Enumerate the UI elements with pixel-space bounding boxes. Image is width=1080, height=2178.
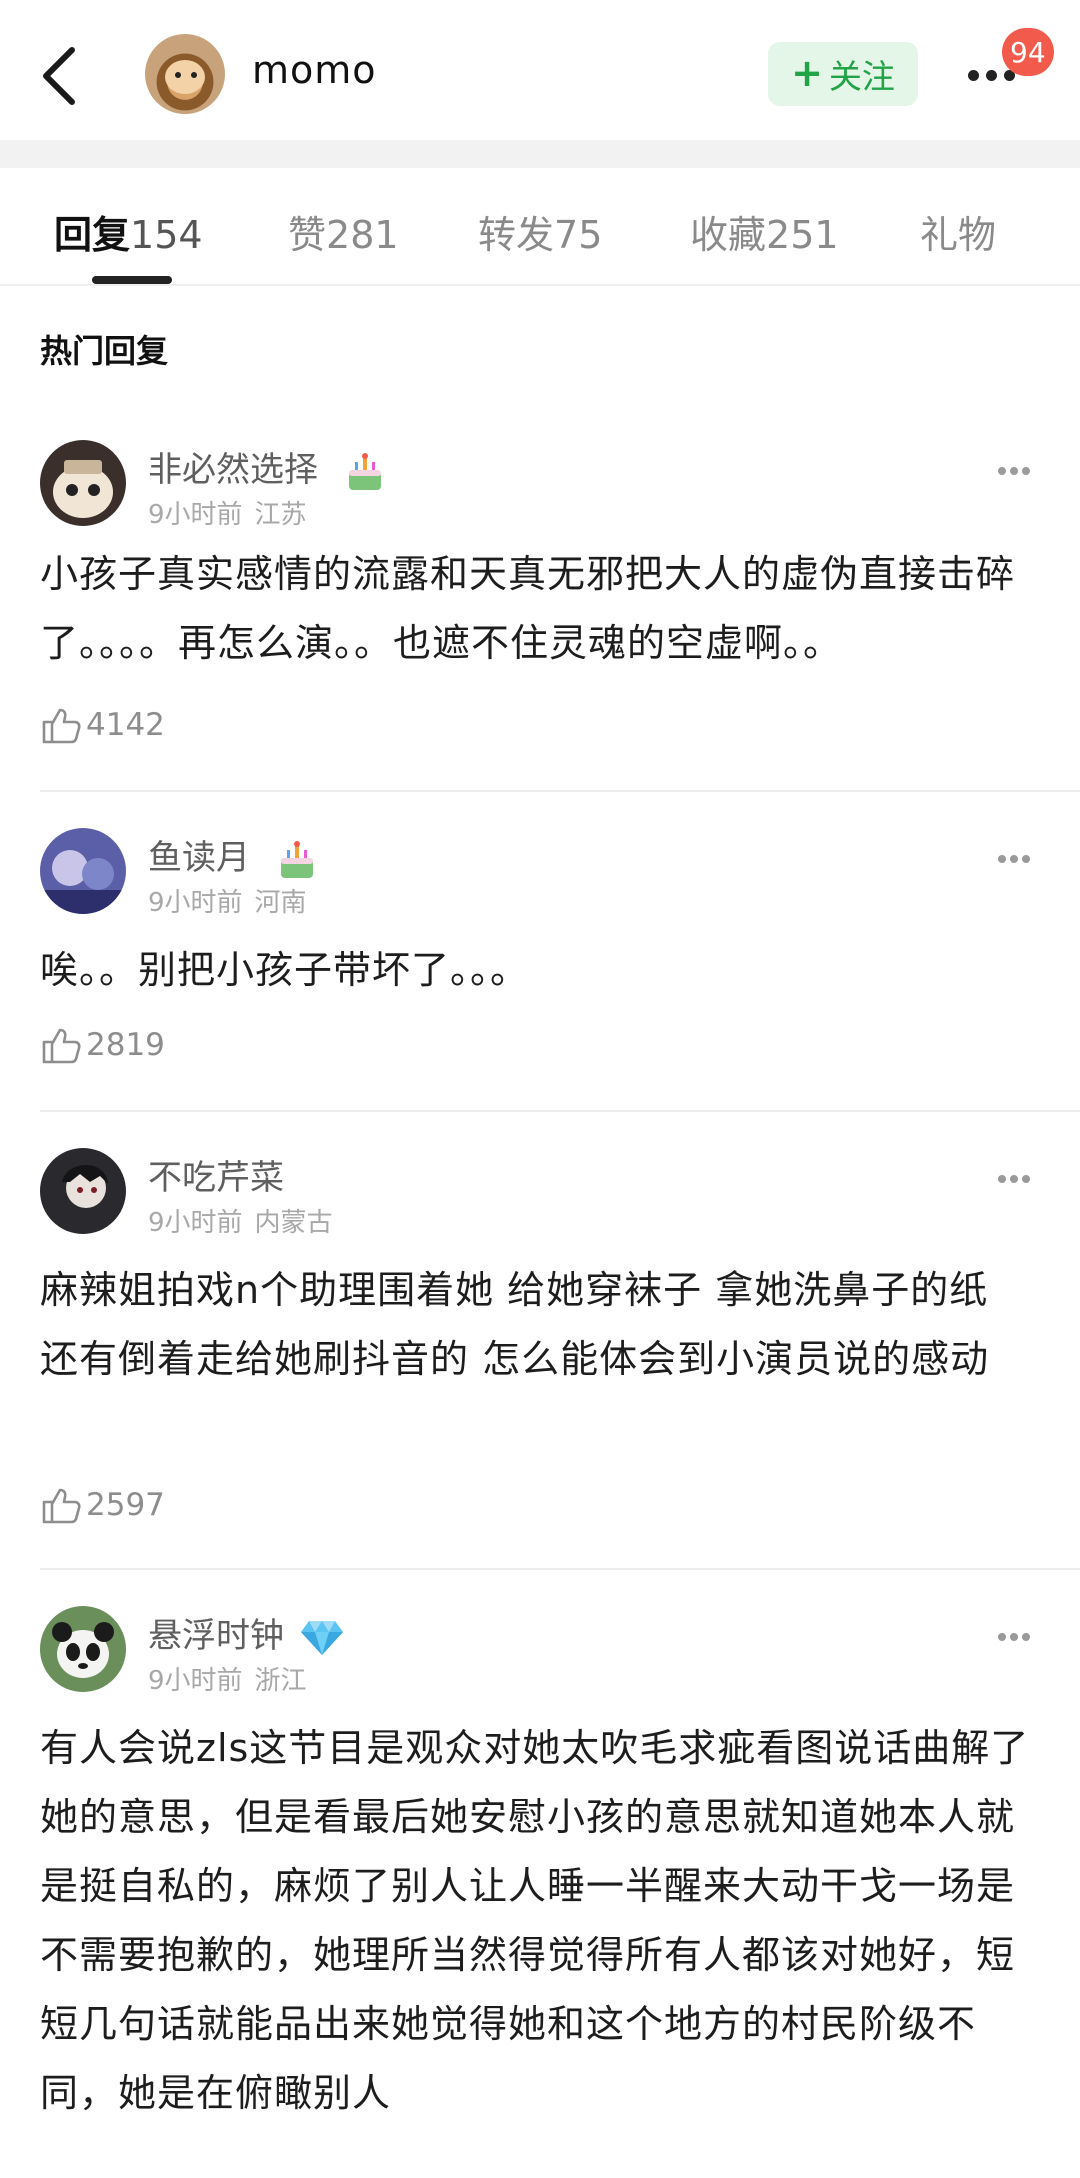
comment-text: 小孩子真实感情的流露和天真无邪把大人的虚伪直接击碎了。。。。再怎么演。。也遮不住… [40, 552, 1016, 665]
follow-label: 关注 [828, 57, 895, 96]
commenter-name-text: 悬浮时钟 [148, 1616, 284, 1656]
comment-text: 麻辣姐拍戏n个助理围着她 给她穿袜子 拿她洗鼻子的纸 还有倒着走给她刷抖音的 怎… [40, 1268, 990, 1381]
back-arrow-icon[interactable] [36, 44, 86, 108]
username[interactable]: momo [252, 48, 377, 92]
tab-bar: 回复154 赞281 转发75 收藏251 礼物 [0, 168, 1080, 286]
comment-more-icon[interactable] [998, 1626, 1038, 1641]
notification-badge: 94 [1002, 28, 1054, 76]
divider [40, 790, 1080, 792]
commenter-avatar[interactable] [40, 1148, 126, 1234]
tab-label: 回复 [54, 213, 131, 257]
tab-replies[interactable]: 回复154 [54, 204, 203, 259]
commenter-name[interactable]: 鱼读月 [148, 830, 319, 882]
diamond-icon [300, 1620, 343, 1655]
like-button[interactable]: 2819 [40, 1024, 165, 1066]
follow-button[interactable]: + 关注 [768, 42, 918, 106]
comment-location: 江苏 [254, 500, 307, 530]
like-button[interactable]: 4142 [40, 704, 165, 746]
comment-text: 唉。。别把小孩子带坏了。。。 [40, 948, 530, 992]
comment-time: 9小时前 [148, 888, 243, 918]
tab-favorites[interactable]: 收藏251 [690, 204, 839, 259]
tab-count: 154 [130, 213, 203, 257]
commenter-name-text: 鱼读月 [148, 838, 250, 878]
comment-more-icon[interactable] [998, 460, 1038, 475]
comment-meta: 9小时前 河南 [148, 882, 307, 919]
tab-count: 251 [766, 213, 839, 257]
user-avatar[interactable] [145, 34, 225, 114]
comment-location: 浙江 [254, 1666, 307, 1696]
thumbs-up-icon [42, 708, 81, 744]
header-separator [0, 140, 1080, 168]
tab-gifts[interactable]: 礼物 [920, 204, 996, 259]
thumbs-up-icon [42, 1028, 81, 1064]
tab-label: 转发 [478, 213, 555, 257]
like-count: 2597 [86, 1487, 165, 1523]
commenter-name[interactable]: 非必然选择 [148, 442, 387, 494]
tab-likes[interactable]: 赞281 [288, 204, 399, 259]
like-count: 4142 [86, 707, 165, 743]
commenter-name[interactable]: 悬浮时钟 [148, 1608, 345, 1657]
comment-time: 9小时前 [148, 1666, 243, 1696]
tab-reposts[interactable]: 转发75 [478, 204, 602, 259]
commenter-name-text: 非必然选择 [148, 450, 318, 490]
comment-more-icon[interactable] [998, 848, 1038, 863]
like-count: 2819 [86, 1027, 165, 1063]
plus-icon: + [791, 50, 823, 95]
comment-meta: 9小时前 浙江 [148, 1660, 307, 1697]
commenter-avatar[interactable] [40, 440, 126, 526]
cake-icon [348, 452, 381, 490]
tab-count: 281 [326, 213, 399, 257]
tab-count: 75 [554, 213, 603, 257]
top-bar: momo + 关注 94 [0, 0, 1080, 140]
commenter-avatar[interactable] [40, 828, 126, 914]
comment-time: 9小时前 [148, 1208, 243, 1238]
active-tab-indicator [92, 276, 172, 284]
section-title: 热门回复 [40, 332, 169, 370]
comment-location: 内蒙古 [254, 1208, 333, 1238]
divider [40, 1568, 1080, 1570]
comment-meta: 9小时前 江苏 [148, 494, 307, 531]
tab-label: 赞 [288, 213, 327, 257]
comment-meta: 9小时前 内蒙古 [148, 1202, 333, 1239]
commenter-name[interactable]: 不吃芹菜 [148, 1150, 284, 1199]
commenter-name-text: 不吃芹菜 [148, 1158, 284, 1198]
like-button[interactable]: 2597 [40, 1484, 165, 1526]
comment-more-icon[interactable] [998, 1168, 1038, 1183]
tab-label: 收藏 [690, 213, 767, 257]
divider [40, 1110, 1080, 1112]
comment-text: 有人会说zls这节目是观众对她太吹毛求疵看图说话曲解了她的意思，但是看最后她安慰… [40, 1726, 1030, 2115]
commenter-avatar[interactable] [40, 1606, 126, 1692]
comment-location: 河南 [254, 888, 307, 918]
comment-time: 9小时前 [148, 500, 243, 530]
cake-icon [280, 840, 313, 878]
tab-label: 礼物 [920, 213, 997, 257]
thumbs-up-icon [42, 1488, 81, 1524]
